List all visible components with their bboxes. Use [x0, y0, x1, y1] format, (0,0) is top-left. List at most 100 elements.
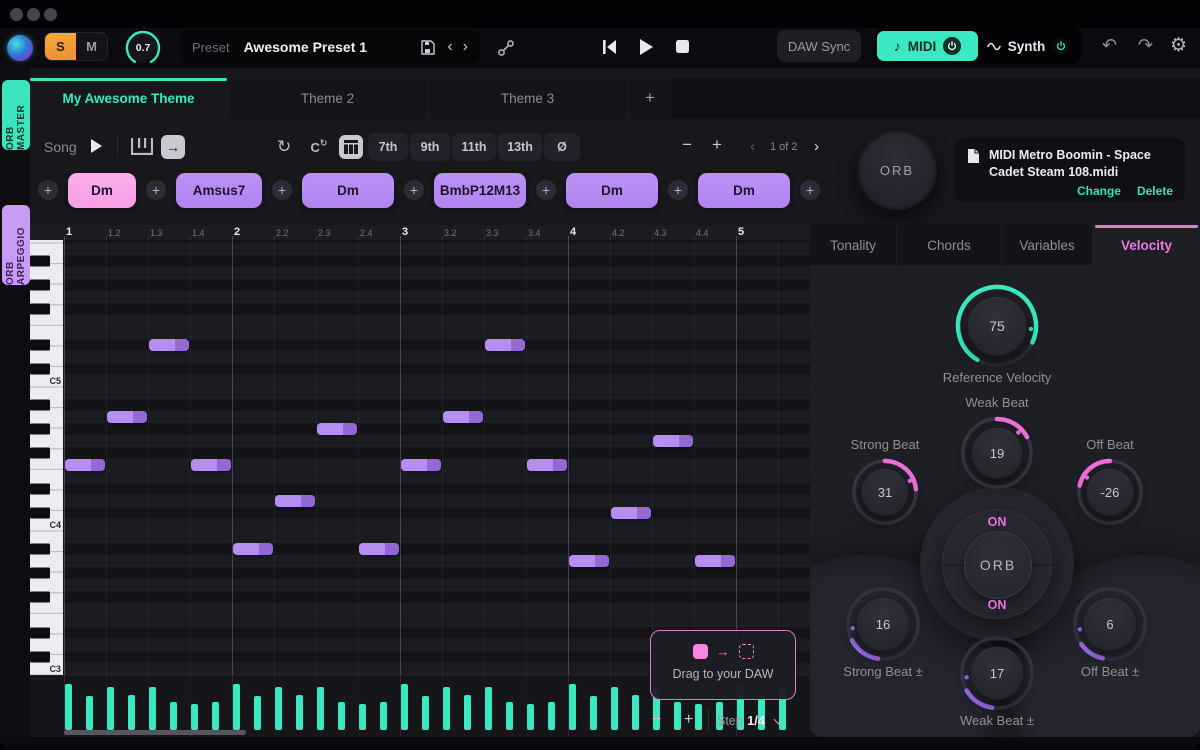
pager-prev-icon[interactable]: ‹ — [750, 138, 755, 155]
midi-note[interactable] — [443, 411, 483, 423]
velocity-bar[interactable] — [422, 696, 429, 730]
velocity-bar[interactable] — [254, 696, 261, 730]
off-range-knob[interactable]: 6 — [1070, 584, 1150, 664]
velocity-bar[interactable] — [548, 702, 555, 730]
pager-next-icon[interactable]: › — [814, 138, 819, 155]
step-value-dropdown[interactable]: 1/4 — [747, 713, 765, 728]
extension-button-7th[interactable]: 7th — [368, 133, 408, 161]
off-knob[interactable]: -26 — [1074, 456, 1146, 528]
midi-note[interactable] — [107, 411, 147, 423]
regenerate-icon[interactable]: ↻ — [277, 137, 291, 157]
chord-chip-1[interactable]: Dm — [68, 173, 136, 208]
chord-chip-4[interactable]: BmbP12M13 — [434, 173, 526, 208]
save-preset-icon[interactable] — [420, 40, 435, 55]
midi-power-icon[interactable] — [943, 37, 961, 55]
midi-file-delete-link[interactable]: Delete — [1137, 184, 1173, 198]
orb-master-knob[interactable]: ORB — [857, 130, 937, 210]
synth-toggle-button[interactable]: Synth — [978, 31, 1079, 61]
velocity-bar[interactable] — [380, 702, 387, 730]
velocity-bar[interactable] — [191, 704, 198, 730]
next-preset-icon[interactable]: › — [463, 38, 468, 56]
velocity-bar[interactable] — [275, 687, 282, 730]
add-chord-button[interactable]: + — [536, 180, 556, 200]
velocity-bar[interactable] — [527, 704, 534, 730]
chord-repeat-icon[interactable]: C↻ — [307, 136, 331, 158]
strong-range-knob[interactable]: 16 — [843, 584, 923, 664]
add-chord-button[interactable]: + — [404, 180, 424, 200]
drag-to-daw-box[interactable]: → Drag to your DAW — [650, 630, 796, 700]
midi-note[interactable] — [191, 459, 231, 471]
velocity-bar[interactable] — [464, 695, 471, 730]
zoom-in-button[interactable]: + — [712, 135, 722, 155]
preset-bar[interactable]: Preset Awesome Preset 1 ‹ › — [180, 30, 480, 64]
piano-icon[interactable] — [131, 137, 153, 155]
play-button[interactable] — [639, 39, 653, 55]
grid-view-icon[interactable] — [339, 135, 363, 159]
tab-theme-1[interactable]: My Awesome Theme — [30, 78, 228, 118]
skip-start-button[interactable] — [602, 40, 618, 54]
velocity-bar[interactable] — [212, 702, 219, 730]
velocity-bar[interactable] — [506, 702, 513, 730]
weak-range-knob[interactable]: 17 — [957, 633, 1037, 713]
midi-note[interactable] — [569, 555, 609, 567]
reference-knob[interactable]: 75 — [953, 282, 1041, 370]
minimize-window-button[interactable] — [27, 8, 40, 21]
velocity-bar[interactable] — [632, 695, 639, 730]
velocity-bar[interactable] — [128, 695, 135, 730]
chord-chip-2[interactable]: Amsus7 — [176, 173, 262, 208]
piano-keyboard[interactable]: C5C4C3 — [30, 240, 63, 675]
solo-button[interactable]: S — [45, 33, 76, 60]
velocity-zoom-in-button[interactable]: + — [684, 711, 693, 729]
mute-button[interactable]: M — [76, 33, 107, 60]
velocity-bar[interactable] — [107, 687, 114, 730]
velocity-bar[interactable] — [695, 704, 702, 730]
midi-note[interactable] — [233, 543, 273, 555]
velocity-bar[interactable] — [170, 702, 177, 730]
tab-velocity[interactable]: Velocity — [1093, 225, 1200, 265]
add-chord-button[interactable]: + — [146, 180, 166, 200]
strong-knob[interactable]: 31 — [849, 456, 921, 528]
add-theme-tab-button[interactable]: + — [628, 78, 672, 118]
extension-button-ø[interactable]: Ø — [544, 133, 580, 161]
velocity-bar[interactable] — [296, 695, 303, 730]
velocity-bar[interactable] — [233, 684, 240, 730]
midi-note[interactable] — [65, 459, 105, 471]
velocity-bar[interactable] — [65, 684, 72, 730]
orb-arpeggio-tab[interactable]: ORB ARPEGGIO — [2, 205, 30, 285]
weak-knob[interactable]: 19 — [958, 414, 1036, 492]
chord-chip-5[interactable]: Dm — [566, 173, 658, 208]
midi-note[interactable] — [359, 543, 399, 555]
add-chord-button[interactable]: + — [800, 180, 820, 200]
horizontal-scrollbar[interactable] — [64, 730, 246, 735]
stop-button[interactable] — [676, 40, 689, 53]
velocity-bar[interactable] — [485, 687, 492, 730]
orb-inner-button[interactable]: ORB — [964, 531, 1032, 599]
velocity-bar[interactable] — [590, 696, 597, 730]
midi-note[interactable] — [317, 423, 357, 435]
gain-knob[interactable]: 0.7 — [124, 29, 162, 67]
add-chord-button[interactable]: + — [668, 180, 688, 200]
song-play-button[interactable] — [90, 139, 102, 153]
link-icon[interactable] — [497, 39, 515, 57]
velocity-bar[interactable] — [149, 687, 156, 730]
chord-chip-3[interactable]: Dm — [302, 173, 394, 208]
velocity-bar[interactable] — [401, 684, 408, 730]
midi-file-change-link[interactable]: Change — [1077, 184, 1121, 198]
midi-note[interactable] — [611, 507, 651, 519]
tab-variables[interactable]: Variables — [1002, 225, 1093, 265]
timeline-ruler[interactable]: 11.21.31.422.22.32.433.23.33.444.24.34.4… — [30, 225, 810, 240]
settings-gear-icon[interactable]: ⚙ — [1170, 34, 1187, 57]
tab-theme-2[interactable]: Theme 2 — [228, 78, 428, 118]
export-arrow-button[interactable]: → — [161, 135, 185, 159]
midi-note[interactable] — [695, 555, 735, 567]
redo-icon[interactable]: ↷ — [1138, 35, 1153, 56]
piano-roll-grid[interactable] — [64, 240, 810, 675]
orb-master-tab[interactable]: ORB MASTER — [2, 80, 30, 150]
velocity-bar[interactable] — [611, 687, 618, 730]
velocity-bar[interactable] — [317, 687, 324, 730]
daw-sync-button[interactable]: DAW Sync — [777, 30, 861, 62]
extension-button-13th[interactable]: 13th — [498, 133, 542, 161]
prev-preset-icon[interactable]: ‹ — [447, 38, 452, 56]
velocity-bar[interactable] — [338, 702, 345, 730]
midi-note[interactable] — [149, 339, 189, 351]
